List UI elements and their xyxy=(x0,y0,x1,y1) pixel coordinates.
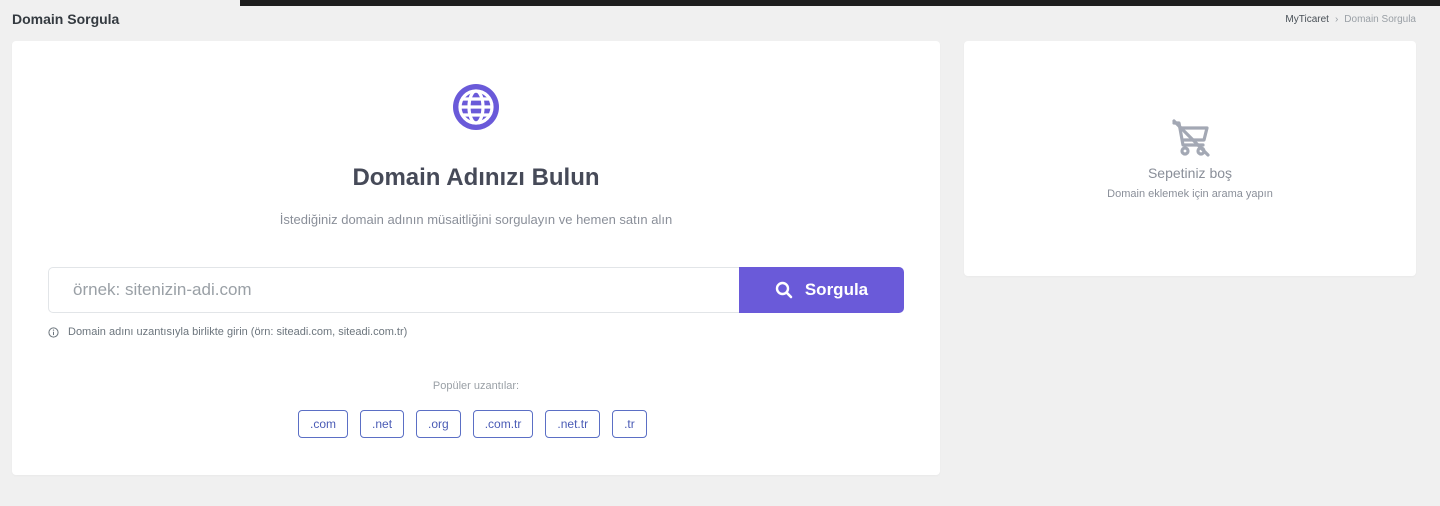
topbar-strip xyxy=(240,0,1440,6)
cart-empty-subtitle: Domain eklemek için arama yapın xyxy=(1107,188,1273,200)
extension-button-net[interactable]: .net xyxy=(360,410,405,438)
extension-button-com[interactable]: .com xyxy=(298,410,349,438)
cart-empty-title: Sepetiniz boş xyxy=(1147,165,1233,181)
extension-button-com-tr[interactable]: .com.tr xyxy=(472,410,534,438)
search-button-label: Sorgula xyxy=(804,280,869,299)
search-icon xyxy=(775,281,793,299)
extension-button-net-tr[interactable]: .net.tr xyxy=(545,410,601,438)
breadcrumb-separator: › xyxy=(1334,13,1339,25)
info-icon xyxy=(48,326,59,338)
breadcrumb: MyTicaret › Domain Sorgula xyxy=(1285,14,1416,25)
domain-search-input[interactable] xyxy=(48,267,739,313)
cart-off-icon xyxy=(1172,119,1210,157)
popular-extensions-label: Popüler uzantılar: xyxy=(432,380,520,392)
page-header: Domain Sorgula MyTicaret › Domain Sorgul… xyxy=(12,10,1416,28)
globe-icon xyxy=(453,84,499,130)
popular-extensions: .com .net .org .com.tr .net.tr .tr xyxy=(298,410,647,438)
search-hint-text: Domain adını uzantısıyla birlikte girin … xyxy=(68,326,408,338)
page-title: Domain Sorgula xyxy=(12,11,120,27)
search-hint: Domain adını uzantısıyla birlikte girin … xyxy=(48,326,407,338)
breadcrumb-current: Domain Sorgula xyxy=(1344,13,1416,25)
breadcrumb-root-link[interactable]: MyTicaret xyxy=(1285,14,1329,25)
search-subtitle: İstediğiniz domain adının müsaitliğini s… xyxy=(279,212,673,227)
search-button[interactable]: Sorgula xyxy=(739,267,904,313)
search-title: Domain Adınızı Bulun xyxy=(352,164,600,191)
extension-button-org[interactable]: .org xyxy=(416,410,461,438)
domain-search-form: Sorgula xyxy=(48,267,904,313)
extension-button-tr[interactable]: .tr xyxy=(612,410,647,438)
